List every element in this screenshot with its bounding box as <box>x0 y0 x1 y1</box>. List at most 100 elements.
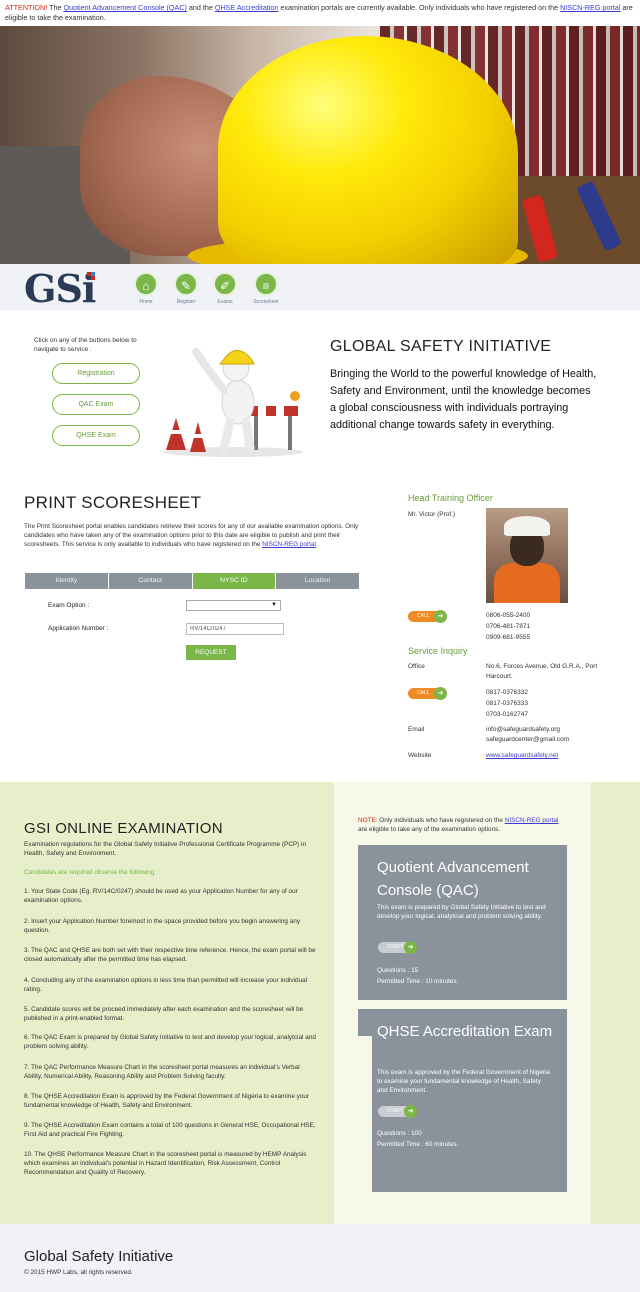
nav-exams[interactable]: ✐ Exams <box>205 272 245 305</box>
request-button[interactable]: REQUEST <box>186 645 236 660</box>
call-label: CALL <box>417 690 430 696</box>
arrow-right-icon: ➜ <box>434 687 447 700</box>
email-address: safeguardcenter@gmail.com <box>486 736 570 743</box>
footer-title: Global Safety Initiative <box>24 1248 174 1265</box>
office-label: Office <box>408 663 425 670</box>
qhse-exam-button[interactable]: QHSE Exam <box>52 425 140 446</box>
office-address: No.6, Forces Avenue, Old G.R.A., Port Ha… <box>486 663 598 680</box>
qac-link[interactable]: Quotient Advancement Console (QAC) <box>63 3 186 12</box>
qhse-permitted-time: Permitted Time : 60 minutes. <box>377 1141 459 1148</box>
exam-option-label: Exam Option : <box>48 602 90 609</box>
exam-rule: 6. The QAC Exam is prepared by Global Sa… <box>24 1034 316 1050</box>
start-label: START <box>387 1108 403 1114</box>
head-training-officer-heading: Head Training Officer <box>408 493 493 503</box>
safety-figure-illustration <box>163 348 303 457</box>
qhse-card-description: This exam is approved by the Federal Gov… <box>377 1069 550 1094</box>
attention-label: ATTENTION! <box>5 3 48 12</box>
qhse-start-button[interactable]: START ➜ <box>378 1105 417 1118</box>
email-address: info@safeguardsafety.org <box>486 726 561 733</box>
home-icon: ⌂ <box>134 272 158 296</box>
application-number-input[interactable] <box>186 623 284 635</box>
gsi-title: GLOBAL SAFETY INITIATIVE <box>330 338 552 355</box>
nav-bar <box>0 264 640 310</box>
registration-button[interactable]: Registration <box>52 363 140 384</box>
website-label: Website <box>408 752 432 759</box>
email-label: Email <box>408 726 425 733</box>
nav-label: Scoresheet <box>253 299 279 305</box>
photo-vest <box>494 563 560 603</box>
arrow-right-icon: ➜ <box>404 1105 417 1118</box>
niscn-reg-link[interactable]: NISCN-REG portal <box>560 3 620 12</box>
call-label: CALL <box>417 613 430 619</box>
chevron-down-icon: ▼ <box>271 602 277 608</box>
qac-questions: Questions : 15 <box>377 967 419 974</box>
start-label: START <box>387 944 403 950</box>
exams-icon: ✐ <box>213 272 237 296</box>
tab-location[interactable]: Location <box>276 573 359 589</box>
exam-rule: 9. The QHSE Accreditation Exam contains … <box>24 1122 316 1138</box>
exam-option-select[interactable]: ▼ <box>186 600 281 611</box>
officer-photo <box>486 508 568 603</box>
register-icon: ✎ <box>174 272 198 296</box>
qac-exam-button[interactable]: QAC Exam <box>52 394 140 415</box>
note-label: NOTE: <box>358 817 378 824</box>
footer-copyright: © 2015 HWP Labs, all rights reserved. <box>24 1269 133 1276</box>
qhse-card-title: QHSE Accreditation Exam <box>377 1023 553 1040</box>
exam-requirements-note: Candidates are required observe the foll… <box>24 869 158 876</box>
inquiry-phone: 0703-0162747 <box>486 711 528 718</box>
nav-home[interactable]: ⌂ Home <box>126 272 166 305</box>
note-text: Only individuals who have registered on … <box>377 817 505 824</box>
inquiry-phone: 0817-0376333 <box>486 700 528 707</box>
navigate-hint: Click on any of the buttons below to nav… <box>34 337 137 353</box>
nav-register[interactable]: ✎ Register <box>166 272 206 305</box>
hero-image <box>0 26 640 264</box>
qhse-questions: Questions : 100 <box>377 1130 422 1137</box>
officer-phone: 0706-481-7871 <box>486 623 531 630</box>
eligibility-note: NOTE: Only individuals who have register… <box>358 816 568 834</box>
nav-label: Exams <box>217 299 233 305</box>
niscn-reg-link[interactable]: NISCN-REG portal <box>262 541 316 548</box>
logo-mark <box>87 272 95 280</box>
online-exam-title: GSI ONLINE EXAMINATION <box>24 820 223 837</box>
exam-rule: 5. Candidate scores will be proceed imme… <box>24 1006 304 1022</box>
qac-permitted-time: Permitted Time : 10 minutes. <box>377 978 459 985</box>
tab-identity[interactable]: Identity <box>25 573 108 589</box>
exam-rule: 7. The QAC Performance Measure Chart in … <box>24 1064 300 1080</box>
arrow-right-icon: ➜ <box>404 941 417 954</box>
attention-text: and the <box>186 3 215 12</box>
attention-text: examination portals are currently availa… <box>278 3 561 12</box>
exam-rule: 10. The QHSE Performance Measure Chart i… <box>24 1151 307 1176</box>
exam-rule: 1. Your State Code (Eg. RV/14C/0247) sho… <box>24 888 298 904</box>
inquiry-call-button[interactable]: CALL ➜ <box>408 687 447 700</box>
exam-rule: 2. Insert your Application Number foremo… <box>24 918 301 934</box>
nav-scoresheet[interactable]: ≡ Scoresheet <box>246 272 286 305</box>
photo-hard-hat <box>504 516 550 536</box>
service-inquiry-heading: Service Inquiry <box>408 646 468 656</box>
officer-name: Mr. Victor (Prof.) <box>408 511 456 518</box>
qac-card-description: This exam is prepared by Global Safety I… <box>377 904 546 920</box>
qac-card-title: Quotient Advancement Console (QAC) <box>377 859 529 899</box>
exam-rule: 4. Concluding any of the examination opt… <box>24 977 308 993</box>
tab-contact[interactable]: Contact <box>108 573 192 589</box>
nav-label: Home <box>139 299 153 305</box>
gsi-logo[interactable]: GSi <box>24 266 96 311</box>
niscn-reg-link[interactable]: NISCN-REG portal <box>505 817 559 824</box>
print-scoresheet-description: The Print Scoresheet portal enables cand… <box>24 522 360 549</box>
scoresheet-icon: ≡ <box>254 272 278 296</box>
qhse-link[interactable]: QHSE Accreditation <box>215 3 279 12</box>
lookup-tabs: Identity Contact NYSC ID Location <box>25 573 360 589</box>
gsi-tagline: Bringing the World to the powerful knowl… <box>330 368 597 431</box>
print-scoresheet-title: PRINT SCORESHEET <box>24 493 202 512</box>
inquiry-phone: 0817-0376332 <box>486 689 528 696</box>
website-link[interactable]: www.safeguardsafety.net <box>486 751 558 761</box>
logo-text: GSi <box>24 266 96 311</box>
exam-intro: Examination regulations for the Global S… <box>24 841 307 857</box>
arrow-right-icon: ➜ <box>434 610 447 623</box>
hero-helmet <box>218 36 518 264</box>
attention-banner: ATTENTION! The Quotient Advancement Cons… <box>5 3 637 23</box>
officer-call-button[interactable]: CALL ➜ <box>408 610 447 623</box>
qac-start-button[interactable]: START ➜ <box>378 941 417 954</box>
note-text: are eligible to take any of the examinat… <box>358 826 501 833</box>
tab-nysc-id[interactable]: NYSC ID <box>192 573 276 589</box>
attention-text: The <box>47 3 64 12</box>
